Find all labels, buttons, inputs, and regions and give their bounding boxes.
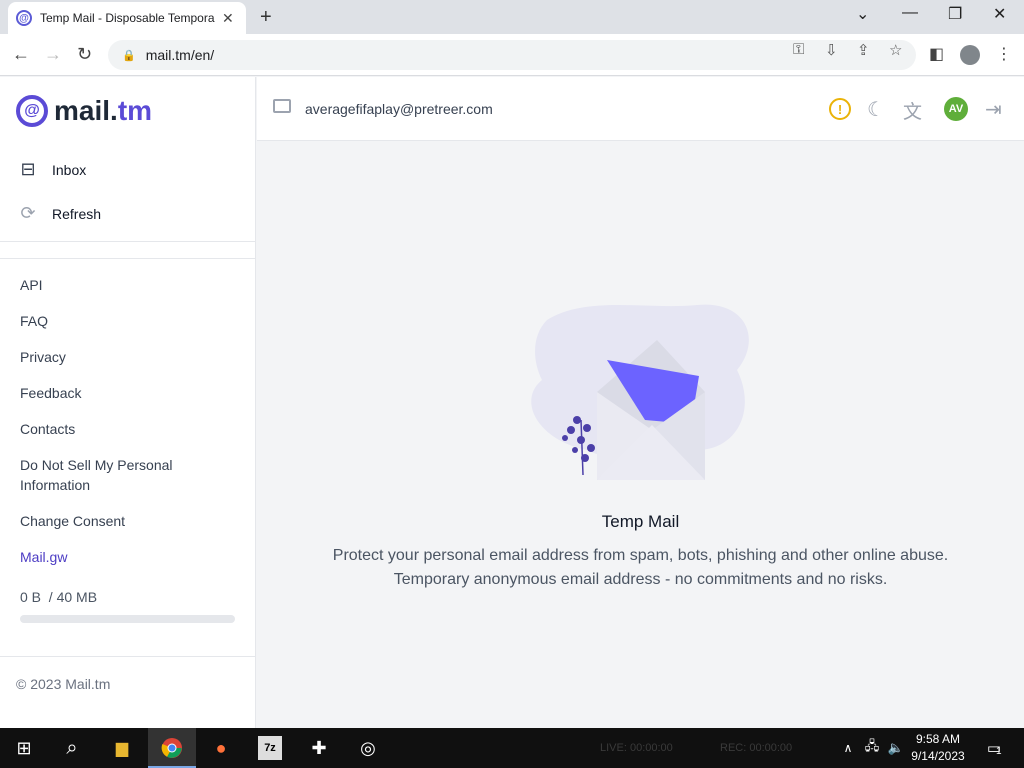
main-content: Temp Mail Protect your personal email ad… (257, 142, 1024, 728)
mail-icon (273, 99, 291, 113)
privacy-link[interactable]: Privacy (20, 347, 66, 367)
minimize-icon[interactable]: — (902, 4, 918, 22)
header: averagefifaplay@pretreer.com ! ☾ 文 AV ⇥ (257, 77, 1024, 141)
url-text: mail.tm/en/ (145, 47, 215, 63)
browser-tab-strip: @ Temp Mail - Disposable Tempora ✕ + ⌄ —… (0, 0, 1024, 34)
browser-tab[interactable]: @ Temp Mail - Disposable Tempora ✕ (8, 2, 246, 34)
email-address[interactable]: averagefifaplay@pretreer.com (305, 101, 493, 117)
chrome-logo (161, 738, 182, 758)
logo-text-prefix: mail. (54, 95, 118, 126)
empty-state-description: Protect your personal email address from… (257, 544, 1024, 592)
mailgw-link[interactable]: Mail.gw (20, 547, 67, 567)
logout-icon[interactable]: ⇥ (985, 97, 1002, 122)
file-explorer-icon[interactable]: ▆ (110, 736, 134, 760)
divider (0, 258, 256, 259)
key-icon[interactable]: ⚿ (793, 41, 804, 58)
menu-icon[interactable]: ⋮ (996, 44, 1012, 64)
system-clock[interactable]: 9:58 AM 9/14/2023 (906, 731, 970, 765)
divider (0, 656, 256, 657)
bookmark-star-icon[interactable]: ☆ (889, 41, 902, 59)
storage-usage-text: 0 B / 40 MB (20, 589, 98, 605)
refresh-nav-item[interactable]: ⟳ Refresh (18, 203, 101, 224)
search-icon[interactable]: ⌕ (60, 736, 84, 760)
sidebar: @ mail.tm ⊟ Inbox ⟳ Refresh API FAQ Priv… (0, 77, 256, 728)
share-icon[interactable]: ⇪ (857, 41, 870, 59)
inbox-nav-item[interactable]: ⊟ Inbox (18, 159, 86, 180)
install-icon[interactable]: ⇩ (825, 41, 838, 59)
7zip-icon[interactable]: 7z (258, 736, 282, 760)
gamepad-icon[interactable]: ✚ (307, 736, 331, 760)
mailtm-favicon-icon: @ (16, 10, 32, 26)
profile-avatar-icon[interactable] (960, 45, 980, 65)
copyright-text: © 2023 Mail.tm (16, 676, 111, 692)
refresh-icon: ⟳ (20, 203, 36, 223)
firefox-icon[interactable]: ● (209, 736, 233, 760)
side-panel-icon[interactable]: ◧ (929, 44, 944, 64)
empty-state-title: Temp Mail (601, 512, 680, 531)
close-window-icon[interactable]: ✕ (993, 4, 1006, 24)
chrome-icon[interactable] (160, 736, 184, 760)
back-icon[interactable]: ← (12, 44, 30, 65)
description-line-1: Protect your personal email address from… (332, 547, 949, 564)
forward-icon[interactable]: → (44, 44, 62, 65)
clock-date: 9/14/2023 (911, 749, 965, 763)
empty-inbox-illustration (531, 304, 749, 480)
windows-start-icon[interactable]: ⊞ (12, 736, 36, 760)
mailtm-logo[interactable]: @ mail.tm (16, 95, 152, 127)
do-not-sell-link[interactable]: Do Not Sell My Personal Information (20, 455, 220, 495)
browser-toolbar: ← → ↻ 🔒 mail.tm/en/ ⚿ ⇩ ⇪ ☆ ◧ ⋮ (0, 34, 1024, 76)
tab-search-icon[interactable]: ⌄ (856, 4, 869, 24)
new-tab-icon[interactable]: + (260, 6, 272, 29)
change-consent-link[interactable]: Change Consent (20, 511, 125, 531)
faq-link[interactable]: FAQ (20, 311, 48, 331)
windows-taskbar: ⊞ ⌕ ▆ ● 7z ✚ ◎ LIVE: 00:00:00 REC: 00:00… (0, 728, 1024, 768)
live-status: LIVE: 00:00:00 (600, 742, 673, 754)
reload-icon[interactable]: ↻ (77, 44, 92, 65)
account-avatar[interactable]: AV (944, 97, 968, 121)
api-link[interactable]: API (20, 275, 43, 295)
tab-title: Temp Mail - Disposable Tempora (40, 11, 215, 25)
at-logo-icon: @ (16, 95, 48, 127)
inbox-icon: ⊟ (20, 159, 36, 179)
restore-icon[interactable]: ❐ (948, 4, 962, 24)
warning-icon[interactable]: ! (829, 98, 851, 120)
inbox-label: Inbox (52, 161, 87, 178)
rec-status: REC: 00:00:00 (720, 742, 793, 754)
language-translate-icon[interactable]: 文 (903, 97, 922, 124)
dark-mode-moon-icon[interactable]: ☾ (867, 97, 885, 122)
divider (0, 241, 256, 242)
tray-chevron-icon[interactable]: ∧ (836, 736, 860, 760)
refresh-label: Refresh (52, 205, 102, 222)
tab-close-icon[interactable]: ✕ (222, 10, 234, 27)
volume-muted-icon[interactable]: 🔈 (884, 736, 908, 760)
lock-icon: 🔒 (122, 49, 136, 62)
logo-text-suffix: tm (117, 95, 153, 126)
notification-count: 1 (996, 746, 1002, 757)
storage-progress-bar (20, 615, 235, 623)
feedback-link[interactable]: Feedback (20, 383, 81, 403)
network-icon[interactable]: 🖧 (860, 736, 884, 760)
description-line-2: Temporary anonymous email address - no c… (393, 571, 888, 588)
clock-time: 9:58 AM (915, 732, 961, 746)
contacts-link[interactable]: Contacts (20, 419, 75, 439)
obs-icon[interactable]: ◎ (356, 736, 380, 760)
notifications-icon[interactable]: ▭ (982, 736, 1006, 760)
